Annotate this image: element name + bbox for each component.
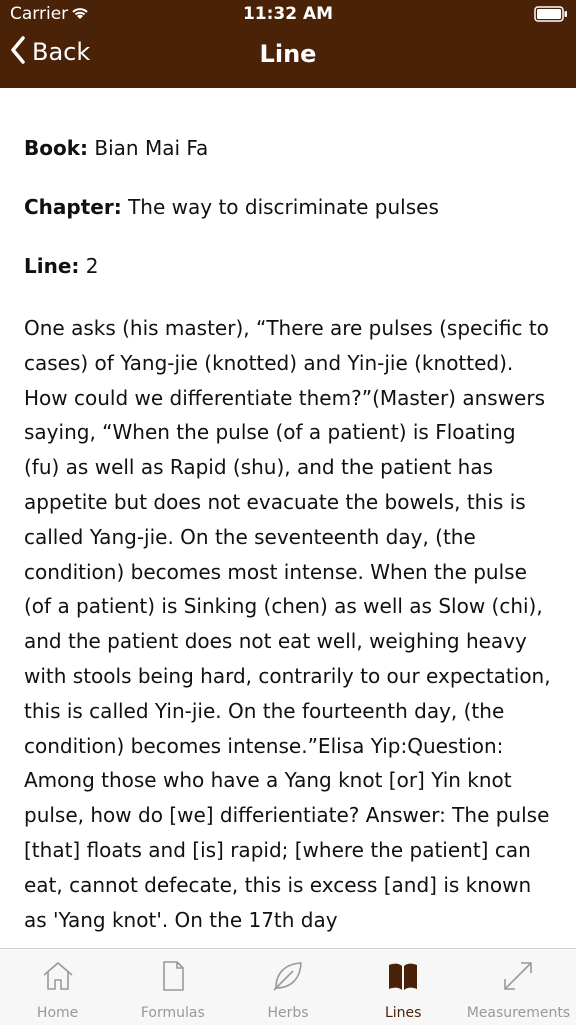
book-icon [386,959,420,993]
ruler-icon [501,959,535,993]
tab-formulas[interactable]: Formulas [115,949,230,1025]
page-title: Line [259,40,317,68]
tab-bar: Home Formulas Herbs Lines Measurements [0,948,576,1025]
tab-herbs-label: Herbs [267,1005,309,1021]
line-value: 2 [85,254,99,278]
book-field: Book: Bian Mai Fa [24,134,552,162]
line-field: Line: 2 [24,252,552,280]
book-label: Book: [24,136,89,160]
document-icon [156,959,190,993]
tab-lines-label: Lines [384,1005,422,1021]
tab-home-label: Home [36,1005,79,1021]
battery-icon [534,6,568,27]
line-detail-scroll[interactable]: Book: Bian Mai Fa Chapter: The way to di… [0,88,576,948]
tab-home[interactable]: Home [0,949,115,1025]
tab-herbs[interactable]: Herbs [230,949,345,1025]
status-bar: Carrier 11:32 AM [0,0,576,28]
chapter-value: The way to discriminate pulses [128,195,439,219]
tab-measurements[interactable]: Measurements [461,949,576,1025]
leaf-icon [271,959,305,993]
status-time: 11:32 AM [242,4,334,24]
home-icon [41,959,75,993]
tab-lines[interactable]: Lines [346,949,461,1025]
tab-measurements-label: Measurements [466,1005,571,1021]
tab-formulas-label: Formulas [140,1005,205,1021]
line-body-text: One asks (his master), “There are pulses… [24,316,551,932]
chapter-field: Chapter: The way to discriminate pulses [24,193,552,221]
chapter-label: Chapter: [24,195,122,219]
navigation-bar: Back Line [0,28,576,88]
line-label: Line: [24,254,80,278]
book-value: Bian Mai Fa [94,136,209,160]
